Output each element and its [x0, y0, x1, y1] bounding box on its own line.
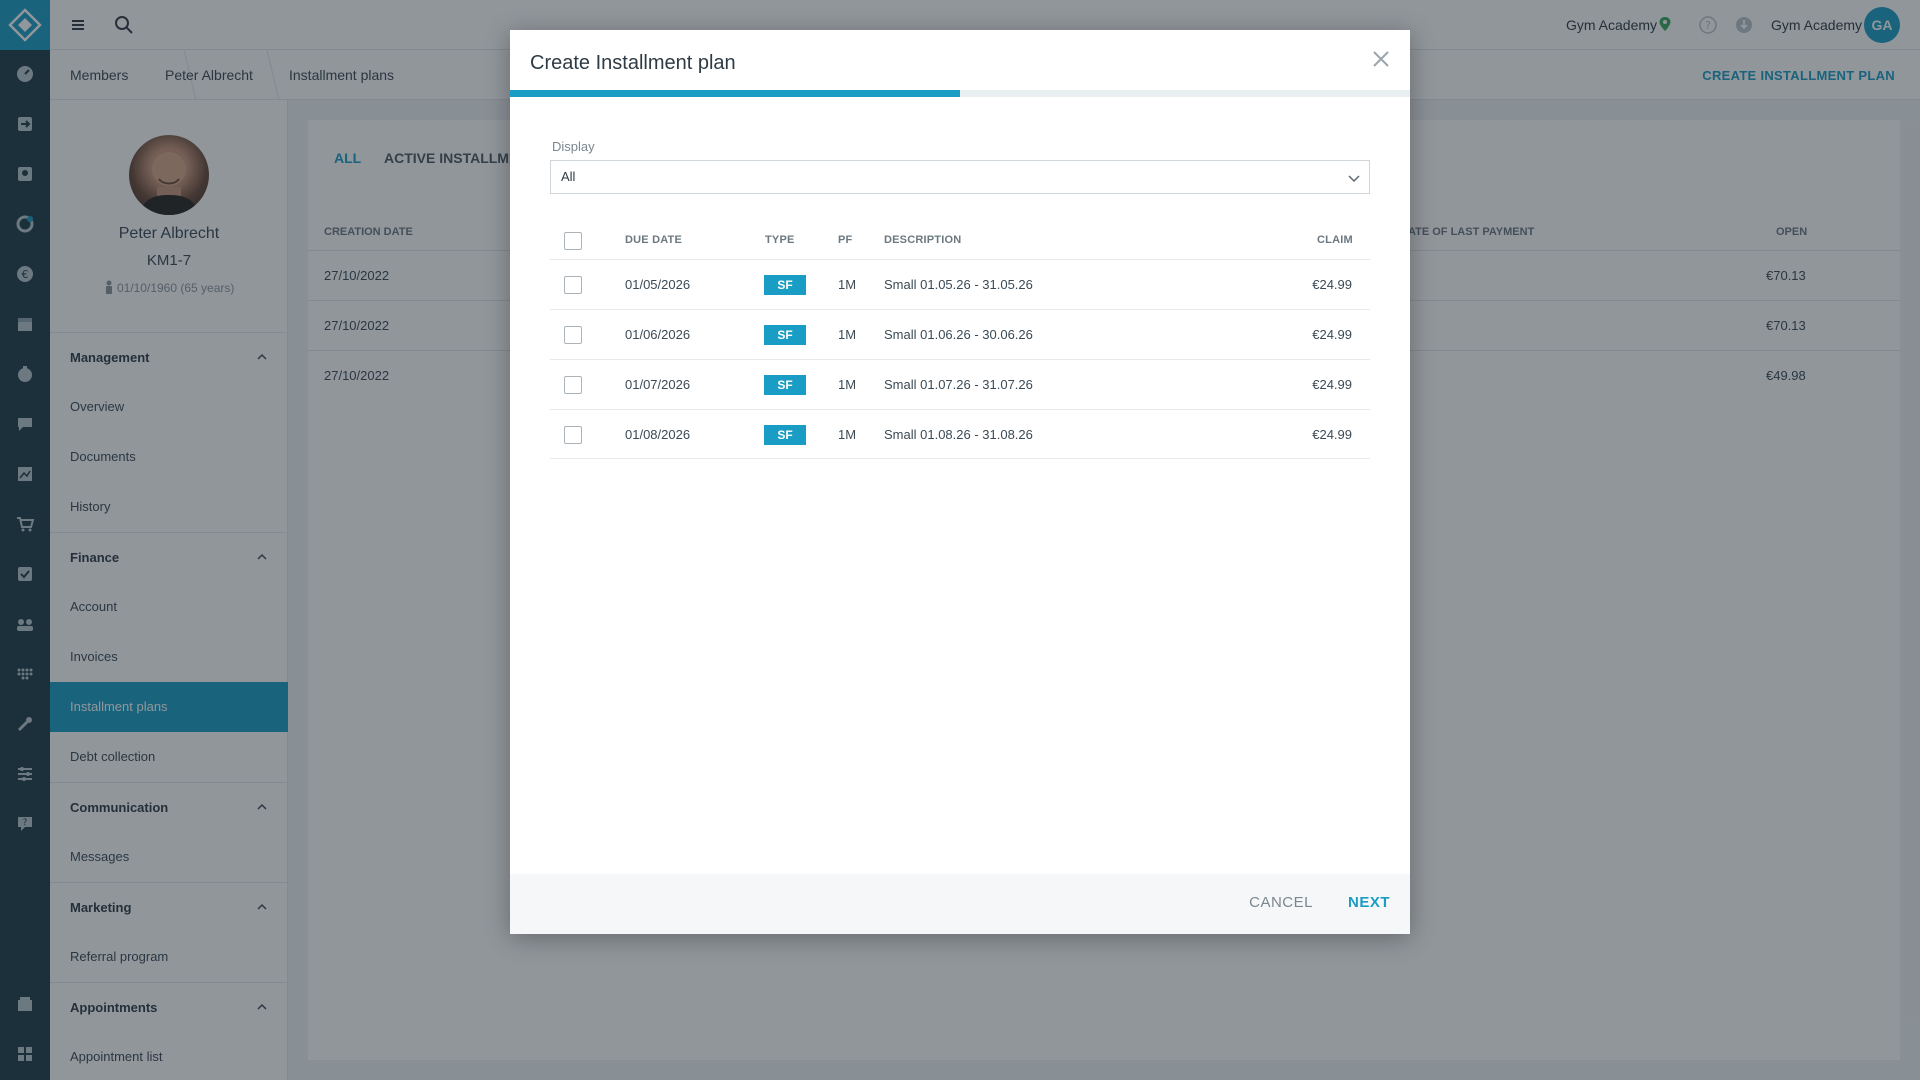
next-button[interactable]: NEXT [1348, 894, 1390, 911]
column-claim: CLAIM [1317, 234, 1353, 246]
due-date-cell: 01/07/2026 [625, 377, 691, 392]
due-date-cell: 01/05/2026 [625, 277, 691, 292]
row-checkbox[interactable] [564, 326, 582, 344]
progress-bar [510, 90, 1410, 97]
close-icon[interactable] [1372, 50, 1390, 68]
description-cell: Small 01.07.26 - 31.07.26 [884, 377, 1033, 392]
column-description: DESCRIPTION [884, 234, 962, 246]
type-badge: SF [764, 325, 806, 345]
display-filter-value: All [561, 169, 576, 184]
claim-cell: €24.99 [1312, 377, 1352, 392]
claim-cell: €24.99 [1312, 277, 1352, 292]
row-checkbox[interactable] [564, 426, 582, 444]
table-row[interactable]: 01/05/2026 SF 1M Small 01.05.26 - 31.05.… [550, 259, 1370, 309]
table-row[interactable]: 01/07/2026 SF 1M Small 01.07.26 - 31.07.… [550, 359, 1370, 409]
select-all-checkbox[interactable] [564, 232, 582, 250]
progress-bar-fill [510, 90, 960, 97]
description-cell: Small 01.08.26 - 31.08.26 [884, 427, 1033, 442]
claim-cell: €24.99 [1312, 327, 1352, 342]
due-date-cell: 01/06/2026 [625, 327, 691, 342]
description-cell: Small 01.06.26 - 30.06.26 [884, 327, 1033, 342]
create-installment-plan-dialog: Create Installment plan Display All DUE … [510, 30, 1410, 934]
display-filter-select[interactable]: All [550, 160, 1370, 194]
claim-cell: €24.99 [1312, 427, 1352, 442]
row-checkbox[interactable] [564, 376, 582, 394]
cancel-button[interactable]: CANCEL [1249, 894, 1313, 911]
dialog-footer: CANCEL NEXT [510, 874, 1410, 934]
row-checkbox[interactable] [564, 276, 582, 294]
chevron-down-icon [1348, 175, 1360, 183]
pf-cell: 1M [838, 427, 857, 442]
table-row[interactable]: 01/08/2026 SF 1M Small 01.08.26 - 31.08.… [550, 409, 1370, 459]
pf-cell: 1M [838, 377, 857, 392]
column-type: TYPE [765, 234, 795, 246]
pf-cell: 1M [838, 277, 857, 292]
type-badge: SF [764, 275, 806, 295]
display-filter-label: Display [552, 139, 595, 154]
column-due-date: DUE DATE [625, 234, 683, 246]
due-date-cell: 01/08/2026 [625, 427, 691, 442]
type-badge: SF [764, 425, 806, 445]
column-pf: PF [838, 234, 853, 246]
type-badge: SF [764, 375, 806, 395]
pf-cell: 1M [838, 327, 857, 342]
description-cell: Small 01.05.26 - 31.05.26 [884, 277, 1033, 292]
dialog-title: Create Installment plan [530, 52, 736, 74]
table-row[interactable]: 01/06/2026 SF 1M Small 01.06.26 - 30.06.… [550, 309, 1370, 359]
